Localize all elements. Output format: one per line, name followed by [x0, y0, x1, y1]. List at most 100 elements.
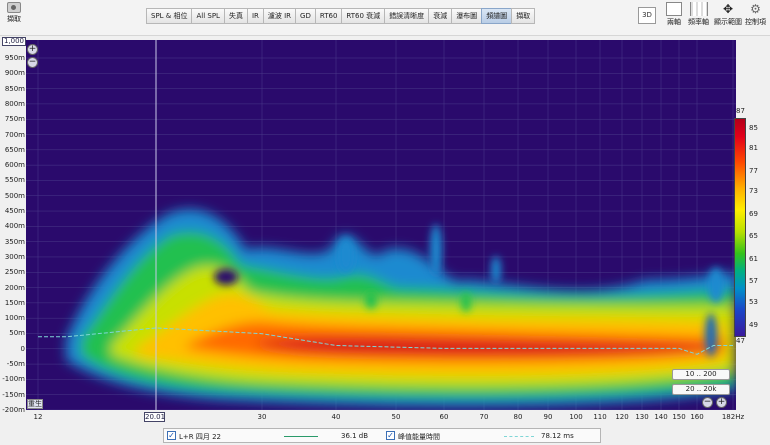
gear-icon: ⚙	[750, 2, 761, 16]
reset-button[interactable]: 重生	[27, 399, 43, 409]
display-range-label: 顯示範圍	[714, 18, 742, 26]
colorbar-label: 73	[749, 187, 758, 195]
x-zoom-in-icon[interactable]: +	[716, 397, 727, 408]
x-tick-label: 150	[672, 413, 686, 421]
tab-filtered-ir[interactable]: 濾波 IR	[262, 8, 297, 24]
y-tick-label: -200m	[2, 406, 25, 414]
y-tick-label: -100m	[2, 375, 25, 384]
overlay-checkbox[interactable]: ✓	[386, 431, 395, 440]
y-tick-label: 300m	[4, 252, 25, 261]
y-tick-label: 400m	[4, 222, 25, 231]
y-tick-label: 150m	[4, 298, 25, 307]
y-axis-max-field[interactable]: 1,000	[2, 37, 26, 46]
y-tick-label: 350m	[4, 237, 25, 246]
overlay-line-swatch	[504, 436, 534, 437]
x-tick-label: 60	[439, 413, 449, 421]
y-tick-label: 750m	[4, 115, 25, 124]
series-label: L+R 四月 22	[179, 433, 221, 441]
y-zoom-in-icon[interactable]: +	[27, 44, 38, 55]
spectrogram-plot[interactable]: + − − +	[26, 40, 736, 410]
x-tick-label: 160	[690, 413, 704, 421]
x-tick-label: 70	[479, 413, 489, 421]
colorbar-label: 47	[736, 337, 745, 345]
x-tick-label: 182Hz	[721, 413, 745, 421]
x-tick-label: 130	[635, 413, 649, 421]
tab-ir[interactable]: IR	[246, 8, 264, 24]
overlay-value: 78.12 ms	[541, 432, 574, 440]
y-tick-label: 950m	[4, 54, 25, 62]
two-axes-button[interactable]: 兩軸	[666, 2, 682, 27]
y-tick-label: 850m	[4, 84, 25, 93]
series-checkbox[interactable]: ✓	[167, 431, 176, 440]
x-tick-label: 50	[391, 413, 401, 421]
x-tick-label: 40	[331, 413, 341, 421]
x-tick-label: 110	[593, 413, 607, 421]
display-range-button[interactable]: ✥ 顯示範圍	[714, 2, 742, 27]
tab-rt60-decay[interactable]: RT60 衰減	[341, 8, 386, 24]
colorbar-label: 85	[749, 124, 758, 132]
range-20-20k-button[interactable]: 20 .. 20k	[672, 384, 730, 395]
view-tabs: SPL & 相位 All SPL 失真 IR 濾波 IR GD RT60 RT6…	[146, 8, 536, 24]
x-tick-label: 120	[615, 413, 629, 421]
tab-all-spl[interactable]: All SPL	[191, 8, 225, 24]
camera-icon	[7, 2, 21, 13]
x-tick-label: 80	[513, 413, 523, 421]
move-arrows-icon: ✥	[722, 2, 734, 16]
tab-waterfall[interactable]: 瀑布圖	[451, 8, 483, 24]
axes-icon	[666, 2, 682, 16]
freq-axis-button[interactable]: 頻率軸	[688, 2, 709, 27]
colorbar-label: 69	[749, 210, 758, 218]
y-tick-label: 600m	[4, 161, 25, 170]
controls-button[interactable]: ⚙ 控制項	[745, 2, 766, 27]
y-tick-label: 800m	[4, 99, 25, 108]
x-tick-label: 12	[33, 413, 43, 421]
y-tick-label: 450m	[4, 207, 25, 216]
tab-gd[interactable]: GD	[295, 8, 316, 24]
range-10-200-button[interactable]: 10 .. 200	[672, 369, 730, 380]
overlay-label: 峰值能量時間	[398, 433, 440, 441]
freq-axis-label: 頻率軸	[688, 18, 709, 26]
y-tick-label: 100m	[4, 314, 25, 323]
x-tick-label: 90	[543, 413, 553, 421]
x-zoom-out-icon[interactable]: −	[702, 397, 713, 408]
colorbar-label: 77	[749, 167, 758, 175]
y-tick-label: 500m	[4, 191, 25, 200]
series-value: 36.1 dB	[341, 432, 369, 440]
y-tick-label: 650m	[4, 145, 25, 154]
colorbar-label: 49	[749, 321, 758, 329]
x-tick-label: 100	[569, 413, 583, 421]
y-zoom-out-icon[interactable]: −	[27, 57, 38, 68]
controls-label: 控制項	[745, 18, 766, 26]
capture-button[interactable]: 擷取	[2, 1, 26, 24]
x-tick-label: 30	[257, 413, 267, 421]
colorbar-label: 61	[749, 255, 758, 263]
spectrogram-heat	[66, 209, 736, 407]
tab-spl-phase[interactable]: SPL & 相位	[146, 8, 193, 24]
y-tick-label: 250m	[4, 268, 25, 277]
y-tick-label: 200m	[4, 283, 25, 292]
freq-axis-icon	[689, 2, 708, 16]
colorbar-label: 65	[749, 232, 758, 240]
colorbar-label: 53	[749, 298, 758, 306]
colorbar-label: 87	[736, 107, 745, 115]
tab-rt60[interactable]: RT60	[314, 8, 343, 24]
legend-bar: ✓ L+R 四月 22 36.1 dB ✓ 峰值能量時間 78.12 ms	[163, 428, 601, 443]
y-tick-label: 700m	[4, 130, 25, 139]
y-tick-label: -150m	[2, 390, 25, 399]
colorbar-label: 57	[749, 277, 758, 285]
y-tick-label: 900m	[4, 69, 25, 78]
y-tick-label: -50m	[6, 360, 25, 369]
spectrogram-svg	[26, 40, 736, 410]
y-tick-label: 50m	[9, 329, 25, 338]
3d-button[interactable]: 3D	[638, 7, 656, 24]
tab-clarity[interactable]: 錯誤清晰度	[384, 8, 430, 24]
capture-label: 擷取	[7, 15, 21, 23]
series-line-swatch	[284, 436, 318, 437]
tab-capture[interactable]: 擷取	[511, 8, 536, 24]
x-axis-min-field[interactable]: 20.01	[144, 412, 165, 422]
tab-decay[interactable]: 衰減	[428, 8, 453, 24]
colorbar-label: 81	[749, 144, 758, 152]
tab-spectrogram[interactable]: 頻譜圖	[481, 8, 513, 24]
colorbar	[734, 118, 746, 337]
tab-distortion[interactable]: 失真	[223, 8, 248, 24]
